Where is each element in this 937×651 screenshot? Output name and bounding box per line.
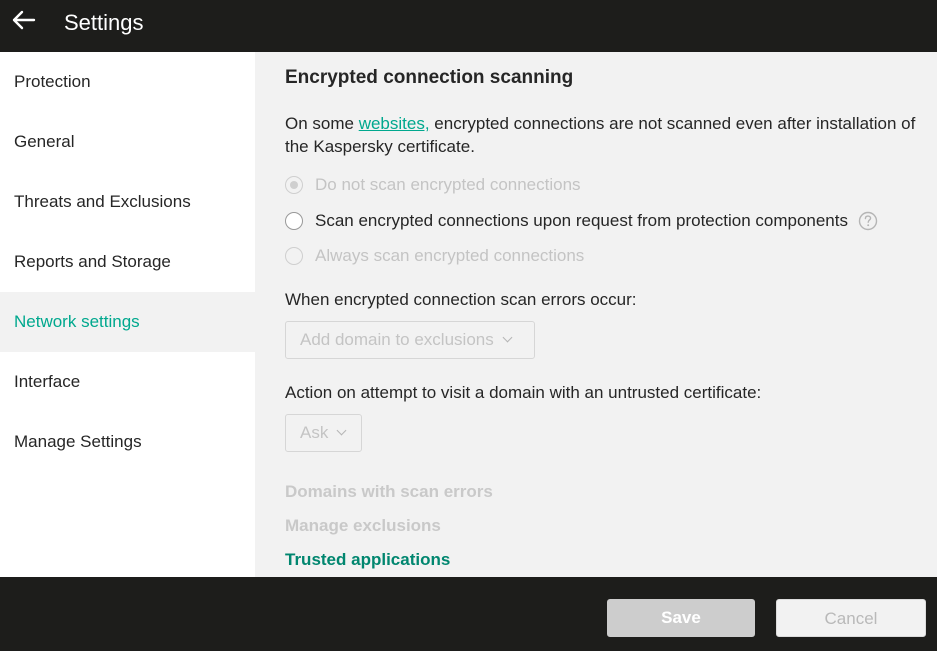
manage-exclusions-link[interactable]: Manage exclusions xyxy=(285,516,441,536)
chevron-down-icon xyxy=(336,425,347,436)
sidebar-item-network-settings[interactable]: Network settings xyxy=(0,292,255,352)
untrusted-cert-dropdown[interactable]: Ask xyxy=(285,414,362,452)
radio-button[interactable] xyxy=(285,176,303,194)
description: On some websites, encrypted connections … xyxy=(285,112,925,158)
domains-with-scan-errors-link[interactable]: Domains with scan errors xyxy=(285,482,493,502)
sidebar-item-reports-and-storage[interactable]: Reports and Storage xyxy=(0,232,255,292)
radio-label: Do not scan encrypted connections xyxy=(315,175,581,194)
radio-do-not-scan[interactable]: Do not scan encrypted connections xyxy=(285,173,581,197)
radio-label: Scan encrypted connections upon request … xyxy=(315,211,848,230)
sidebar-item-manage-settings[interactable]: Manage Settings xyxy=(0,412,255,472)
radio-button[interactable] xyxy=(285,247,303,265)
sidebar-item-interface[interactable]: Interface xyxy=(0,352,255,412)
sidebar-item-protection[interactable]: Protection xyxy=(0,52,255,112)
trusted-applications-link[interactable]: Trusted applications xyxy=(285,550,450,570)
sidebar: Protection General Threats and Exclusion… xyxy=(0,52,255,577)
save-button[interactable]: Save xyxy=(607,599,755,637)
radio-label: Always scan encrypted connections xyxy=(315,246,585,265)
header-bar: Settings xyxy=(0,0,937,52)
cancel-button[interactable]: Cancel xyxy=(776,599,926,637)
main-content: Encrypted connection scanning On some we… xyxy=(255,52,937,577)
arrow-left-icon xyxy=(12,10,36,30)
radio-always-scan[interactable]: Always scan encrypted connections xyxy=(285,244,584,268)
scan-errors-label: When encrypted connection scan errors oc… xyxy=(285,290,637,309)
untrusted-cert-label: Action on attempt to visit a domain with… xyxy=(285,383,762,402)
dropdown-value: Ask xyxy=(300,423,329,442)
sidebar-item-general[interactable]: General xyxy=(0,112,255,172)
section-title: Encrypted connection scanning xyxy=(285,67,574,88)
footer-bar: Save Cancel xyxy=(0,577,937,651)
websites-link[interactable]: websites, xyxy=(359,114,430,133)
radio-scan-on-request[interactable]: Scan encrypted connections upon request … xyxy=(285,209,878,233)
sidebar-item-threats-and-exclusions[interactable]: Threats and Exclusions xyxy=(0,172,255,232)
description-prefix: On some xyxy=(285,114,359,133)
page-title: Settings xyxy=(64,10,144,35)
help-icon[interactable] xyxy=(858,211,878,231)
scan-errors-dropdown[interactable]: Add domain to exclusions xyxy=(285,321,535,359)
back-button[interactable] xyxy=(10,8,40,32)
chevron-down-icon xyxy=(502,332,513,343)
dropdown-value: Add domain to exclusions xyxy=(300,330,494,349)
radio-button[interactable] xyxy=(285,212,303,230)
